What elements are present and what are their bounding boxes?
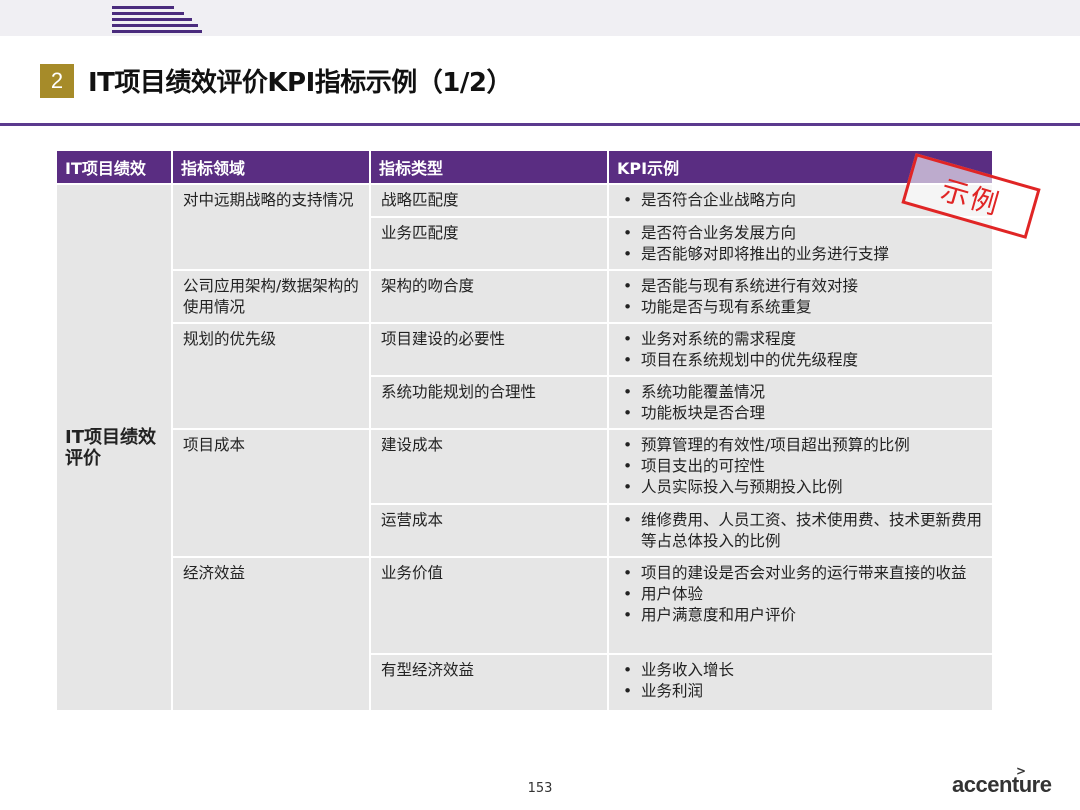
brand-logo: accenture [952,772,1052,797]
slide-title: IT项目绩效评价KPI指标示例（1/2） [88,68,512,98]
type-cell: 战略匹配度 [371,183,609,216]
type-cell: 项目建设的必要性 [371,322,609,375]
kpi-cell: 预算管理的有效性/项目超出预算的比例 项目支出的可控性 人员实际投入与预期投入比… [609,428,992,503]
kpi-cell: 项目的建设是否会对业务的运行带来直接的收益 用户体验 用户满意度和用户评价 [609,556,992,653]
domain-cell: 项目成本 [173,428,371,556]
list-item: 是否能与现有系统进行有效对接 [619,276,982,297]
list-item: 项目在系统规划中的优先级程度 [619,350,982,371]
kpi-cell: 系统功能覆盖情况 功能板块是否合理 [609,375,992,428]
list-item: 业务收入增长 [619,660,982,681]
table-row: 规划的优先级 项目建设的必要性 业务对系统的需求程度 项目在系统规划中的优先级程… [57,322,992,428]
kpi-cell: 是否符合业务发展方向 是否能够对即将推出的业务进行支撑 [609,216,992,269]
list-item: 是否能够对即将推出的业务进行支撑 [619,244,982,265]
table-row: 项目成本 建设成本 预算管理的有效性/项目超出预算的比例 项目支出的可控性 人员… [57,428,992,556]
list-item: 项目的建设是否会对业务的运行带来直接的收益 [619,563,982,584]
list-item: 人员实际投入与预期投入比例 [619,477,982,498]
type-cell: 业务价值 [371,556,609,653]
title-divider [0,123,1080,126]
page-number: 153 [527,781,553,796]
list-item: 业务利润 [619,681,982,702]
domain-cell: 对中远期战略的支持情况 [173,183,371,269]
table-row: 公司应用架构/数据架构的使用情况 架构的吻合度 是否能与现有系统进行有效对接 功… [57,269,992,322]
type-cell: 系统功能规划的合理性 [371,375,609,428]
kpi-table: IT项目绩效 指标领域 指标类型 KPI示例 IT项目绩效评价 对中远期战略的支… [57,151,992,710]
list-item: 用户满意度和用户评价 [619,605,982,626]
list-item: 预算管理的有效性/项目超出预算的比例 [619,435,982,456]
slide-header: 2 IT项目绩效评价KPI指标示例（1/2） [40,62,512,99]
header-cell: IT项目绩效 [57,151,173,183]
category-cell: IT项目绩效评价 [57,183,173,710]
list-item: 用户体验 [619,584,982,605]
kpi-cell: 是否能与现有系统进行有效对接 功能是否与现有系统重复 [609,269,992,322]
type-cell: 有型经济效益 [371,653,609,710]
type-cell: 业务匹配度 [371,216,609,269]
header-cell: 指标领域 [173,151,371,183]
table-header-row: IT项目绩效 指标领域 指标类型 KPI示例 [57,151,992,183]
header-cell: 指标类型 [371,151,609,183]
stripes-logo-icon [112,0,202,36]
list-item: 系统功能覆盖情况 [619,382,982,403]
list-item: 功能是否与现有系统重复 [619,297,982,318]
kpi-cell: 维修费用、人员工资、技术使用费、技术更新费用等占总体投入的比例 [609,503,992,556]
list-item: 业务对系统的需求程度 [619,329,982,350]
table-row: 经济效益 业务价值 项目的建设是否会对业务的运行带来直接的收益 用户体验 用户满… [57,556,992,710]
domain-cell: 公司应用架构/数据架构的使用情况 [173,269,371,322]
top-bar [0,0,1080,36]
kpi-cell: 业务收入增长 业务利润 [609,653,992,710]
type-cell: 建设成本 [371,428,609,503]
kpi-cell: 业务对系统的需求程度 项目在系统规划中的优先级程度 [609,322,992,375]
domain-cell: 经济效益 [173,556,371,710]
section-number-badge: 2 [40,63,74,98]
list-item: 项目支出的可控性 [619,456,982,477]
list-item: 功能板块是否合理 [619,403,982,424]
domain-cell: 规划的优先级 [173,322,371,428]
list-item: 维修费用、人员工资、技术使用费、技术更新费用等占总体投入的比例 [619,510,982,552]
table-row: IT项目绩效评价 对中远期战略的支持情况 战略匹配度 是否符合企业战略方向 [57,183,992,710]
list-item: 是否符合业务发展方向 [619,223,982,244]
type-cell: 运营成本 [371,503,609,556]
type-cell: 架构的吻合度 [371,269,609,322]
